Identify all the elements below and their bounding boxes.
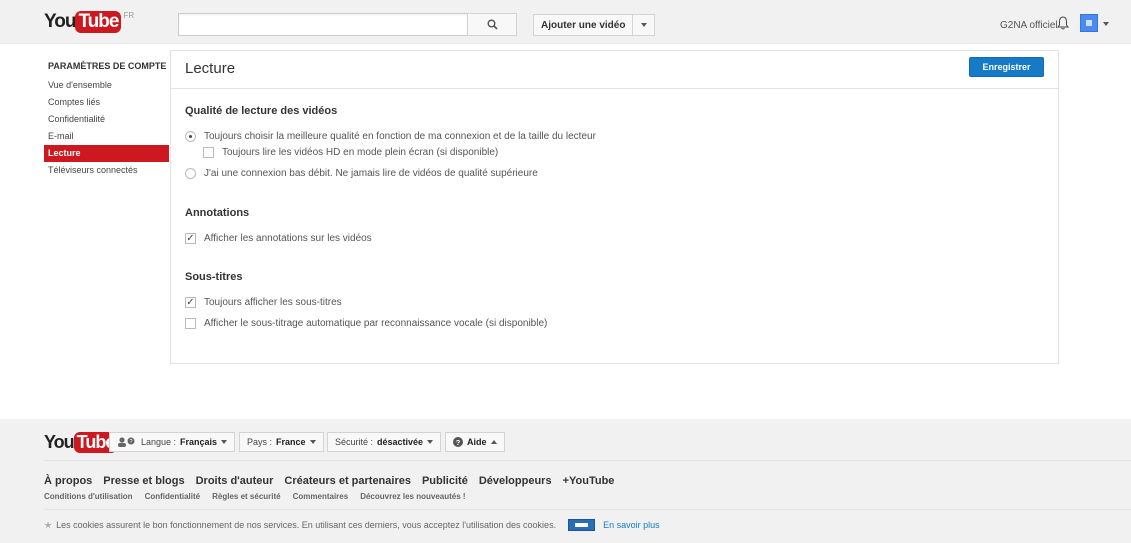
language-button[interactable]: ? Langue : Français — [109, 432, 236, 452]
chevron-down-icon — [221, 440, 228, 444]
best-quality-label: Toujours choisir la meilleure qualité en… — [204, 131, 596, 142]
low-bandwidth-label: J'ai une connexion bas débit. Ne jamais … — [204, 168, 538, 179]
annotations-label: Afficher les annotations sur les vidéos — [204, 233, 372, 244]
help-label: Aide — [467, 437, 487, 447]
footer-link-creators[interactable]: Créateurs et partenaires — [284, 475, 411, 487]
section-title-annotations: Annotations — [185, 207, 250, 219]
low-bandwidth-radio[interactable] — [185, 168, 196, 179]
logo-you: You — [44, 11, 77, 32]
chevron-down-icon — [309, 440, 316, 444]
safety-button[interactable]: Sécurité : désactivée — [327, 432, 442, 452]
always-subtitles-checkbox[interactable] — [185, 297, 196, 308]
language-value: Français — [180, 437, 218, 447]
safety-label: Sécurité : — [335, 437, 374, 447]
footer-divider — [44, 460, 1131, 461]
auto-subtitles-checkbox[interactable] — [185, 318, 196, 329]
upload-menu-toggle[interactable] — [632, 15, 654, 35]
option-show-annotations[interactable]: Afficher les annotations sur les vidéos — [185, 233, 372, 244]
chevron-down-icon — [640, 23, 647, 27]
footer-youtube-logo[interactable]: You Tube — [44, 432, 118, 453]
footer-secondary-links: Conditions d'utilisation Confidentialité… — [44, 492, 466, 501]
footer-link-whats-new[interactable]: Découvrez les nouveautés ! — [360, 492, 465, 501]
country-label: Pays : — [247, 437, 273, 447]
chevron-down-icon[interactable] — [1103, 22, 1109, 26]
sidebar-item-overview[interactable]: Vue d'ensemble — [44, 77, 169, 94]
best-quality-radio[interactable] — [185, 131, 196, 142]
annotations-checkbox[interactable] — [185, 233, 196, 244]
footer-divider — [44, 509, 1131, 510]
option-low-bandwidth[interactable]: J'ai une connexion bas débit. Ne jamais … — [185, 168, 538, 179]
cookie-text: Les cookies assurent le bon fonctionneme… — [56, 520, 557, 530]
country-value: France — [276, 437, 306, 447]
playback-settings-card: Lecture Enregistrer Qualité de lecture d… — [170, 50, 1059, 364]
footer-link-developers[interactable]: Développeurs — [479, 475, 552, 487]
star-icon: ★ — [44, 519, 53, 530]
search-button[interactable] — [467, 13, 517, 36]
footer-link-privacy[interactable]: Confidentialité — [145, 492, 201, 501]
people-icon: ? — [118, 437, 135, 447]
footer-link-plus-youtube[interactable]: +YouTube — [563, 475, 615, 487]
cookie-badge-icon — [568, 519, 596, 531]
search-icon — [487, 19, 498, 30]
save-button[interactable]: Enregistrer — [969, 57, 1044, 77]
hd-fullscreen-label: Toujours lire les vidéos HD en mode plei… — [222, 147, 499, 158]
footer-primary-links: À propos Presse et blogs Droits d'auteur… — [44, 475, 614, 487]
option-hd-fullscreen[interactable]: Toujours lire les vidéos HD en mode plei… — [203, 147, 498, 158]
youtube-logo[interactable]: You Tube FR — [44, 11, 134, 33]
svg-text:?: ? — [456, 438, 461, 447]
country-button[interactable]: Pays : France — [239, 432, 324, 452]
help-icon: ? — [453, 437, 463, 447]
footer-logo-you: You — [44, 432, 75, 452]
help-button[interactable]: ? Aide — [445, 432, 505, 452]
avatar[interactable] — [1080, 14, 1098, 32]
auto-subtitles-label: Afficher le sous-titrage automatique par… — [204, 318, 548, 329]
search-input[interactable] — [178, 13, 468, 36]
logo-country: FR — [123, 11, 135, 20]
account-settings-sidebar: PARAMÈTRES DE COMPTE Vue d'ensemble Comp… — [44, 59, 169, 179]
sidebar-item-linked-accounts[interactable]: Comptes liés — [44, 94, 169, 111]
chevron-up-icon — [490, 440, 497, 444]
sidebar-item-privacy[interactable]: Confidentialité — [44, 111, 169, 128]
chevron-down-icon — [427, 440, 434, 444]
user-name[interactable]: G2NA officiel — [1000, 20, 1058, 31]
cookie-notice: ★ Les cookies assurent le bon fonctionne… — [44, 519, 660, 531]
footer-link-press[interactable]: Presse et blogs — [103, 475, 184, 487]
section-title-quality: Qualité de lecture des vidéos — [185, 105, 338, 117]
logo-tube: Tube — [75, 11, 122, 33]
bell-icon[interactable] — [1057, 16, 1069, 30]
footer-link-copyright[interactable]: Droits d'auteur — [196, 475, 274, 487]
upload-button[interactable]: Ajouter une vidéo — [533, 14, 656, 36]
sidebar-item-email[interactable]: E-mail — [44, 128, 169, 145]
option-best-quality[interactable]: Toujours choisir la meilleure qualité en… — [185, 131, 596, 142]
learn-more-link[interactable]: En savoir plus — [603, 520, 660, 530]
footer-link-about[interactable]: À propos — [44, 475, 92, 487]
page-title: Lecture — [185, 60, 236, 77]
option-always-subtitles[interactable]: Toujours afficher les sous-titres — [185, 297, 342, 308]
option-auto-subtitles[interactable]: Afficher le sous-titrage automatique par… — [185, 318, 547, 329]
safety-value: désactivée — [377, 437, 424, 447]
language-label: Langue : — [141, 437, 177, 447]
hd-fullscreen-checkbox[interactable] — [203, 147, 214, 158]
card-header: Lecture Enregistrer — [171, 51, 1058, 89]
footer-link-safety[interactable]: Règles et sécurité — [212, 492, 280, 501]
upload-label: Ajouter une vidéo — [541, 19, 626, 31]
svg-text:?: ? — [129, 439, 132, 445]
section-title-subtitles: Sous-titres — [185, 271, 243, 283]
footer-link-advertising[interactable]: Publicité — [422, 475, 468, 487]
footer-link-feedback[interactable]: Commentaires — [293, 492, 349, 501]
always-subtitles-label: Toujours afficher les sous-titres — [204, 297, 342, 308]
footer-link-terms[interactable]: Conditions d'utilisation — [44, 492, 133, 501]
sidebar-item-playback[interactable]: Lecture — [44, 145, 169, 162]
sidebar-item-connected-tvs[interactable]: Téléviseurs connectés — [44, 162, 169, 179]
sidebar-heading: PARAMÈTRES DE COMPTE — [48, 61, 167, 71]
